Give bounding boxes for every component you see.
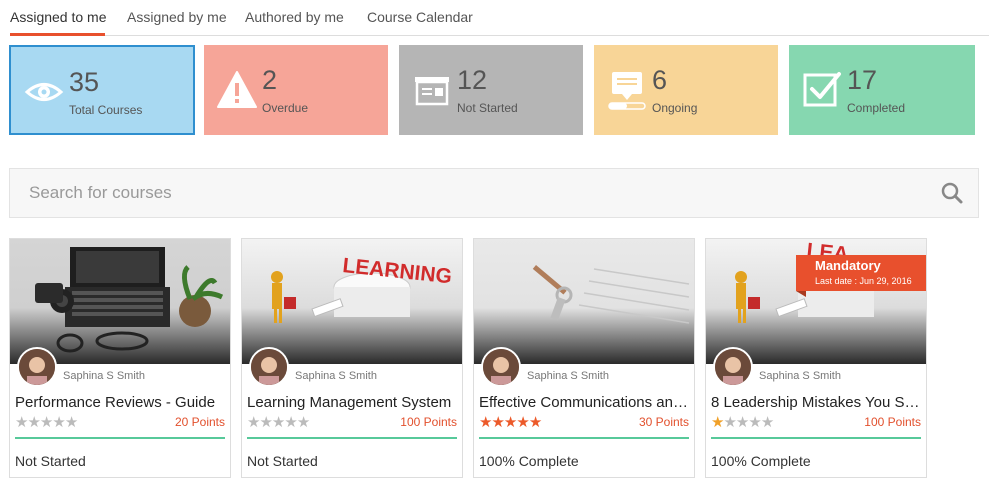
course-card[interactable]: LEARNING Saphina S Smith Learning Manage… — [241, 238, 463, 478]
stat-label: Completed — [847, 101, 906, 115]
stat-label: Total Courses — [69, 103, 143, 117]
stat-label: Overdue — [262, 101, 309, 115]
course-search-bar — [9, 168, 979, 218]
avatar — [249, 347, 289, 387]
stat-tile-completed[interactable]: 17 Completed — [789, 45, 975, 135]
stat-tile-total-courses[interactable]: 35 Total Courses — [9, 45, 195, 135]
tab-assigned-by-me[interactable]: Assigned by me — [127, 9, 227, 25]
stat-label: Ongoing — [652, 101, 698, 115]
warning-icon — [217, 71, 257, 108]
due-date: Last date : Jun 29, 2016 — [815, 276, 912, 286]
course-thumbnail: LEARNING — [242, 239, 462, 364]
star-icon: ★ — [15, 414, 28, 431]
course-thumbnail: LEA Mandatory Last date : Jun 29, 2016 — [706, 239, 926, 364]
star-icon: ★ — [27, 414, 40, 431]
progress-bar — [15, 437, 225, 439]
course-author: Saphina S Smith — [527, 370, 609, 382]
search-icon[interactable] — [940, 181, 964, 205]
search-input[interactable] — [10, 169, 910, 217]
stat-count: 2 — [262, 65, 278, 95]
course-status: Not Started — [15, 453, 86, 469]
active-tab-indicator — [10, 33, 105, 36]
course-thumbnail — [10, 239, 230, 364]
progress-fill — [479, 437, 689, 439]
progress-bubble-icon — [608, 72, 646, 110]
stat-label: Not Started — [457, 101, 518, 115]
star-icon: ★ — [52, 414, 65, 431]
star-icon: ★ — [479, 414, 492, 431]
avatar — [713, 347, 753, 387]
course-card[interactable]: LEA Mandatory Last date : Jun 29, 2016 S… — [705, 238, 927, 478]
star-icon: ★ — [735, 414, 749, 431]
course-status: 100% Complete — [711, 453, 811, 469]
progress-fill — [711, 437, 921, 439]
stat-count: 6 — [652, 65, 668, 95]
star-icon: ★ — [64, 414, 78, 431]
checkbox-icon — [803, 72, 841, 107]
star-icon: ★ — [284, 414, 297, 431]
mandatory-label: Mandatory — [815, 258, 881, 273]
star-icon: ★ — [503, 414, 517, 431]
star-icon: ★ — [711, 414, 724, 431]
rating-stars: ★★★★★ — [15, 413, 78, 431]
course-points: 20 Points — [174, 415, 225, 429]
course-card[interactable]: Saphina S Smith Performance Reviews - Gu… — [9, 238, 231, 478]
star-icon: ★ — [723, 414, 736, 431]
stat-count: 17 — [847, 65, 878, 95]
course-points: 100 Points — [400, 415, 457, 429]
tab-authored-by-me[interactable]: Authored by me — [245, 9, 344, 25]
course-title[interactable]: 8 Leadership Mistakes You Should Avoid — [711, 394, 923, 411]
star-icon: ★ — [528, 414, 542, 431]
course-thumbnail — [474, 239, 694, 364]
course-title[interactable]: Performance Reviews - Guide — [15, 394, 227, 411]
progress-bar — [711, 437, 921, 439]
tab-course-calendar[interactable]: Course Calendar — [367, 9, 473, 25]
course-title[interactable]: Effective Communications and Feedback — [479, 394, 691, 411]
stat-tile-overdue[interactable]: 2 Overdue — [204, 45, 388, 135]
eye-icon — [24, 83, 64, 101]
stat-count: 35 — [69, 67, 100, 97]
course-author: Saphina S Smith — [295, 370, 377, 382]
star-icon: ★ — [271, 414, 285, 431]
tab-bar: Assigned to me Assigned by me Authored b… — [10, 0, 989, 36]
star-icon: ★ — [491, 414, 504, 431]
course-author: Saphina S Smith — [63, 370, 145, 382]
course-card[interactable]: Saphina S Smith Effective Communications… — [473, 238, 695, 478]
course-status: Not Started — [247, 453, 318, 469]
course-points: 30 Points — [638, 415, 689, 429]
progress-bar — [479, 437, 689, 439]
course-title[interactable]: Learning Management System — [247, 394, 459, 411]
mandatory-ribbon: Mandatory Last date : Jun 29, 2016 — [796, 255, 926, 297]
rating-stars: ★★★★★ — [247, 413, 310, 431]
star-icon: ★ — [760, 414, 774, 431]
stat-count: 12 — [457, 65, 488, 95]
star-icon: ★ — [247, 414, 260, 431]
star-icon: ★ — [296, 414, 310, 431]
progress-bar — [247, 437, 457, 439]
course-status: 100% Complete — [479, 453, 579, 469]
star-icon: ★ — [39, 414, 53, 431]
rating-stars: ★★★★★ — [479, 413, 542, 431]
projector-icon — [415, 77, 449, 106]
star-icon: ★ — [259, 414, 272, 431]
stat-tile-not-started[interactable]: 12 Not Started — [399, 45, 583, 135]
rating-stars: ★★★★★ — [711, 413, 774, 431]
star-icon: ★ — [748, 414, 761, 431]
course-author: Saphina S Smith — [759, 370, 841, 382]
tab-assigned-to-me[interactable]: Assigned to me — [10, 9, 107, 25]
stat-tile-ongoing[interactable]: 6 Ongoing — [594, 45, 778, 135]
avatar — [17, 347, 57, 387]
avatar — [481, 347, 521, 387]
ribbon-fold — [796, 291, 806, 297]
star-icon: ★ — [516, 414, 529, 431]
course-points: 100 Points — [864, 415, 921, 429]
